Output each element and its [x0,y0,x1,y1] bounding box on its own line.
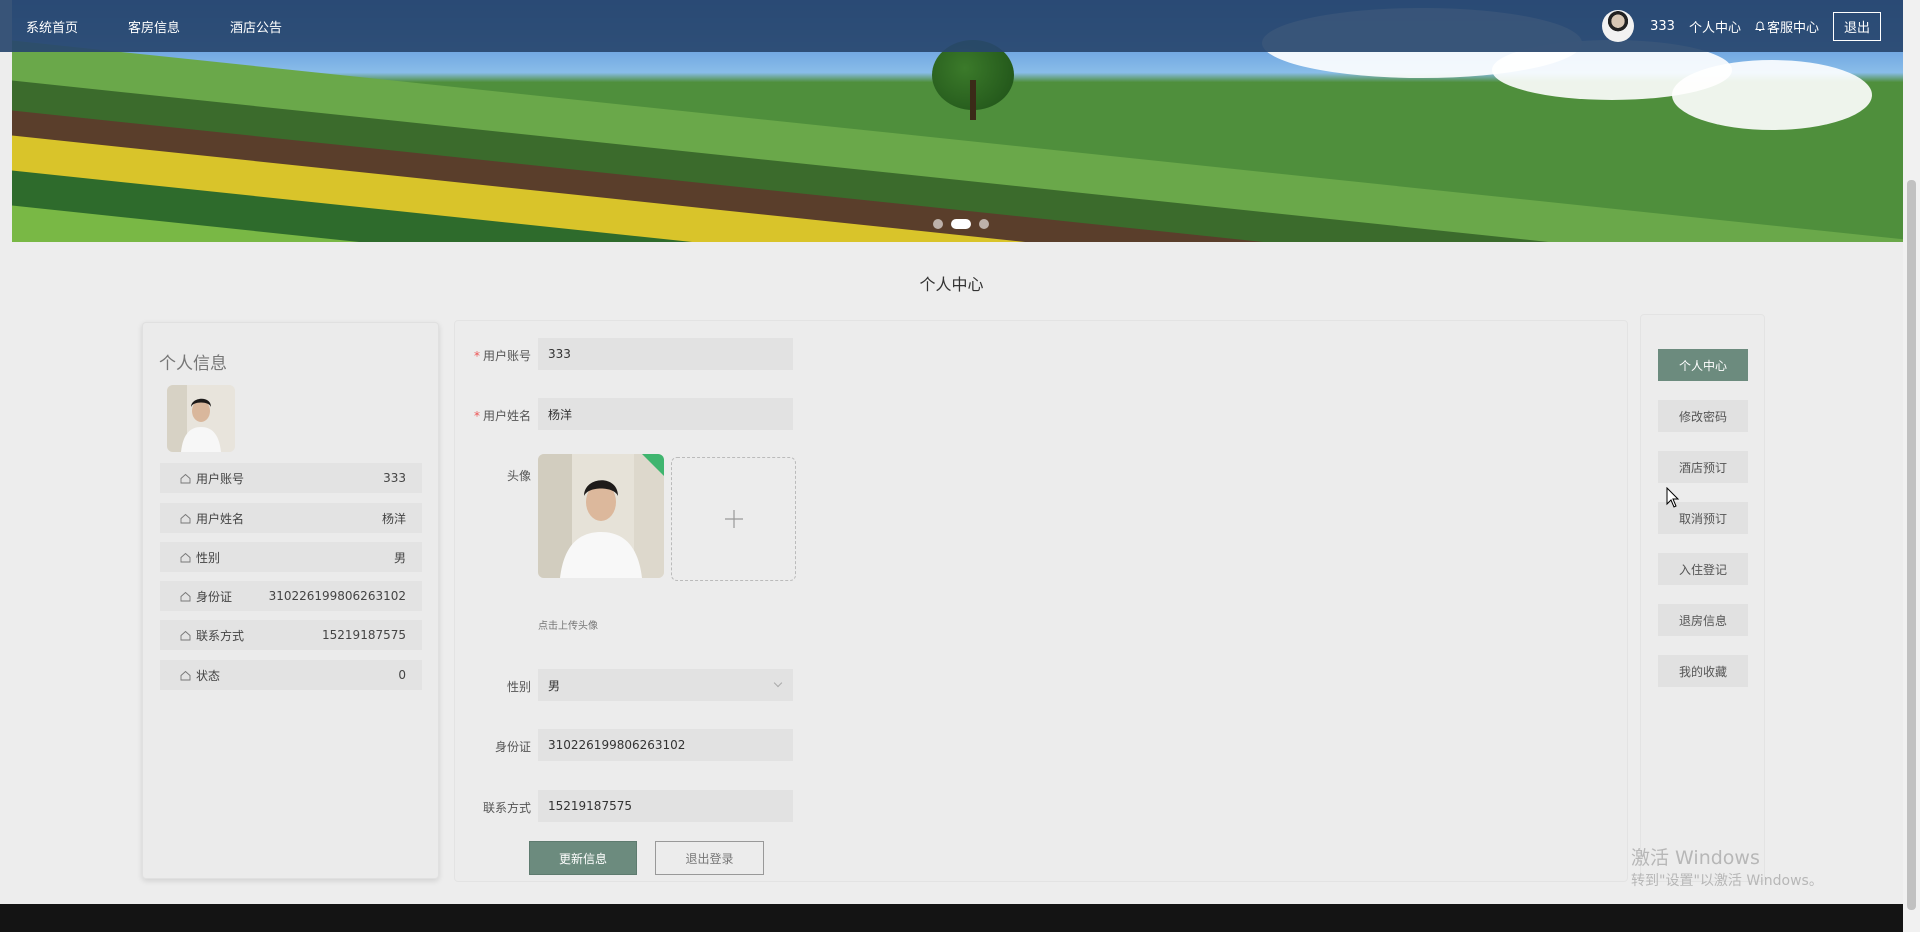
info-label: 性别 [196,550,221,565]
gender-label: 性别 [506,680,531,694]
phone-label: 联系方式 [482,801,531,815]
id-label: 身份证 [494,740,531,754]
nav-personal-center[interactable]: 个人中心 [1689,17,1741,36]
avatar-upload-button[interactable] [671,457,796,581]
info-label: 联系方式 [196,628,245,643]
nav-notices[interactable]: 酒店公告 [230,17,282,36]
account-label: * 用户账号 [455,347,531,364]
info-row-account: 用户账号 333 [160,463,422,493]
side-menu: 个人中心 修改密码 酒店预订 取消预订 入住登记 退房信息 我的收藏 [1640,314,1765,882]
scrollbar-thumb[interactable] [1907,180,1916,910]
nav-user-area: 333 个人中心 客服中心 退出 [1602,10,1881,42]
info-row-label: 性别 [180,549,220,566]
info-row-name: 用户姓名 杨洋 [160,503,422,533]
person-photo-icon [167,385,235,452]
home-icon [180,513,191,523]
info-value: 0 [398,668,406,682]
profile-title: 个人信息 [159,354,227,374]
nav-rooms[interactable]: 客房信息 [128,17,180,36]
info-label: 用户姓名 [196,511,245,526]
name-label: * 用户姓名 [455,407,531,424]
menu-checkout-info[interactable]: 退房信息 [1658,604,1748,636]
required-mark: * [473,409,480,423]
menu-hotel-booking[interactable]: 酒店预订 [1658,451,1748,483]
nav-service-center[interactable]: 客服中心 [1767,17,1819,36]
home-icon [180,552,191,562]
info-row-label: 状态 [180,667,220,684]
home-icon [180,591,191,601]
gender-value: 男 [548,678,561,693]
page-title: 个人中心 [919,275,984,294]
success-check-icon [642,454,664,476]
info-label: 用户账号 [196,471,245,486]
info-label: 状态 [196,668,221,683]
account-input[interactable]: 333 [538,338,793,370]
info-row-label: 身份证 [180,588,232,605]
carousel-dot-active[interactable] [951,219,971,229]
plus-icon [724,510,743,528]
info-value: 333 [383,471,406,485]
top-navbar: 系统首页 客房信息 酒店公告 333 个人中心 客服中心 退出 [0,0,1903,52]
nav-home[interactable]: 系统首页 [26,17,78,36]
chevron-down-icon [773,678,783,688]
windows-watermark-subtitle: 转到"设置"以激活 Windows。 [1631,873,1823,889]
menu-favorites[interactable]: 我的收藏 [1658,655,1748,687]
profile-avatar [167,385,235,452]
logout-account-button[interactable]: 退出登录 [655,841,764,875]
bell-icon [1755,20,1765,31]
name-label-text: 用户姓名 [482,409,531,423]
avatar-preview[interactable] [538,454,664,578]
info-value: 310226199806263102 [268,589,406,603]
account-label-text: 用户账号 [482,349,531,363]
info-row-id: 身份证 310226199806263102 [160,581,422,611]
carousel-indicators[interactable] [933,219,997,229]
profile-form: * 用户账号 333 * 用户姓名 杨洋 头像 点击上传头像 性别 男 身份证 31… [454,320,1628,882]
page-footer [0,904,1903,932]
menu-personal-center[interactable]: 个人中心 [1658,349,1748,381]
nav-username[interactable]: 333 [1650,19,1675,34]
menu-change-password[interactable]: 修改密码 [1658,400,1748,432]
info-row-phone: 联系方式 15219187575 [160,620,422,650]
windows-watermark-title: 激活 Windows [1631,847,1760,869]
info-value: 15219187575 [322,628,406,642]
info-row-status: 状态 0 [160,660,422,690]
tree-trunk [970,80,976,120]
carousel-dot[interactable] [979,219,989,229]
logout-button[interactable]: 退出 [1832,11,1881,41]
avatar[interactable] [1602,10,1635,42]
profile-card: 个人信息 用户账号 333 用户姓名 杨洋 性别 男 身份证 310226199… [142,322,439,879]
cloud [1672,60,1872,130]
info-row-label: 用户账号 [180,470,244,487]
home-icon [180,670,191,680]
info-value: 男 [393,550,406,565]
update-info-button[interactable]: 更新信息 [529,841,637,875]
required-mark: * [473,349,480,363]
name-input[interactable]: 杨洋 [538,398,793,430]
info-row-gender: 性别 男 [160,542,422,572]
gender-select[interactable]: 男 [538,669,793,701]
menu-check-in[interactable]: 入住登记 [1658,553,1748,585]
info-value: 杨洋 [381,511,406,526]
upload-tip: 点击上传头像 [538,621,598,632]
phone-input[interactable]: 15219187575 [538,790,793,822]
info-row-label: 用户姓名 [180,510,244,527]
avatar-label: 头像 [506,469,531,483]
mouse-cursor-icon [1666,487,1680,508]
scrollbar[interactable] [1903,0,1920,932]
home-icon [180,630,191,640]
info-label: 身份证 [196,589,233,604]
carousel-dot[interactable] [933,219,943,229]
id-input[interactable]: 310226199806263102 [538,729,793,761]
info-row-label: 联系方式 [180,627,244,644]
home-icon [180,473,191,483]
nav-links: 系统首页 客房信息 酒店公告 [26,17,332,36]
